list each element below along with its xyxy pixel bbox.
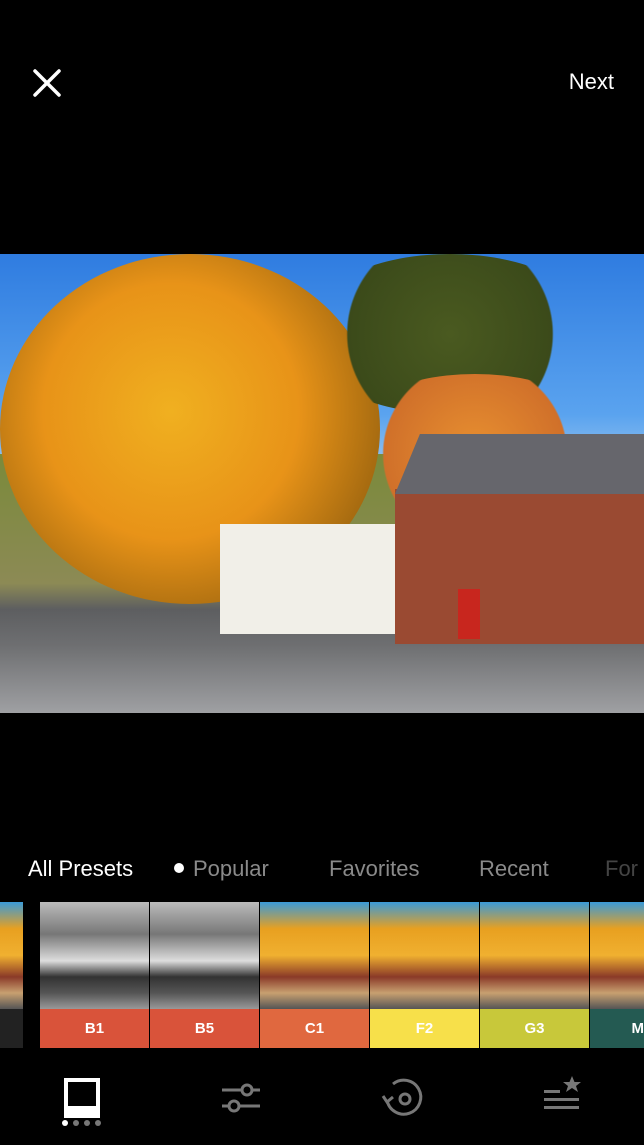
tab-label: All Presets bbox=[28, 856, 134, 881]
tab-recent[interactable]: Recent bbox=[479, 856, 549, 882]
preset-label: M bbox=[590, 1009, 644, 1048]
preset-label: G3 bbox=[480, 1009, 589, 1048]
tab-label: For bbox=[605, 856, 638, 881]
preset-preview-image bbox=[0, 902, 23, 1009]
preset-thumb-f2[interactable]: F2 bbox=[370, 902, 479, 1048]
preset-thumb-b1[interactable]: B1 bbox=[40, 902, 149, 1048]
preset-preview-image bbox=[480, 902, 589, 1009]
preset-tabs: All Presets Popular Favorites Recent For bbox=[0, 856, 644, 886]
preset-preview-image bbox=[40, 902, 149, 1009]
preset-label: B5 bbox=[150, 1009, 259, 1048]
page-indicator bbox=[62, 1120, 101, 1126]
recipes-star-list-icon[interactable] bbox=[538, 1074, 586, 1122]
tab-label: Favorites bbox=[329, 856, 420, 881]
tab-label: Recent bbox=[479, 856, 549, 881]
photo-preview bbox=[0, 254, 644, 713]
adjust-sliders-icon[interactable] bbox=[217, 1074, 265, 1122]
preset-thumb-b5[interactable]: B5 bbox=[150, 902, 259, 1048]
preset-thumb-m[interactable]: M bbox=[590, 902, 644, 1048]
preset-label: F2 bbox=[370, 1009, 479, 1048]
tab-all-presets[interactable]: All Presets bbox=[28, 856, 133, 882]
tab-for-this-photo[interactable]: For bbox=[605, 856, 638, 882]
history-revert-icon[interactable] bbox=[379, 1074, 427, 1122]
tab-popular[interactable]: Popular bbox=[174, 856, 269, 882]
preset-preview-image bbox=[260, 902, 369, 1009]
next-button[interactable]: Next bbox=[569, 69, 614, 95]
preset-label: B1 bbox=[40, 1009, 149, 1048]
tab-label: Popular bbox=[193, 856, 269, 881]
preset-thumb-partial[interactable] bbox=[0, 902, 23, 1048]
preset-preview-image bbox=[370, 902, 479, 1009]
tab-favorites[interactable]: Favorites bbox=[329, 856, 419, 882]
preset-thumb-c1[interactable]: C1 bbox=[260, 902, 369, 1048]
preset-label bbox=[0, 1009, 23, 1048]
close-icon[interactable] bbox=[30, 66, 64, 100]
preset-preview-image bbox=[150, 902, 259, 1009]
preset-preview-image bbox=[590, 902, 644, 1009]
preset-thumb-g3[interactable]: G3 bbox=[480, 902, 589, 1048]
new-dot-icon bbox=[174, 863, 184, 874]
presets-frame-icon[interactable] bbox=[58, 1074, 106, 1122]
preset-label: C1 bbox=[260, 1009, 369, 1048]
